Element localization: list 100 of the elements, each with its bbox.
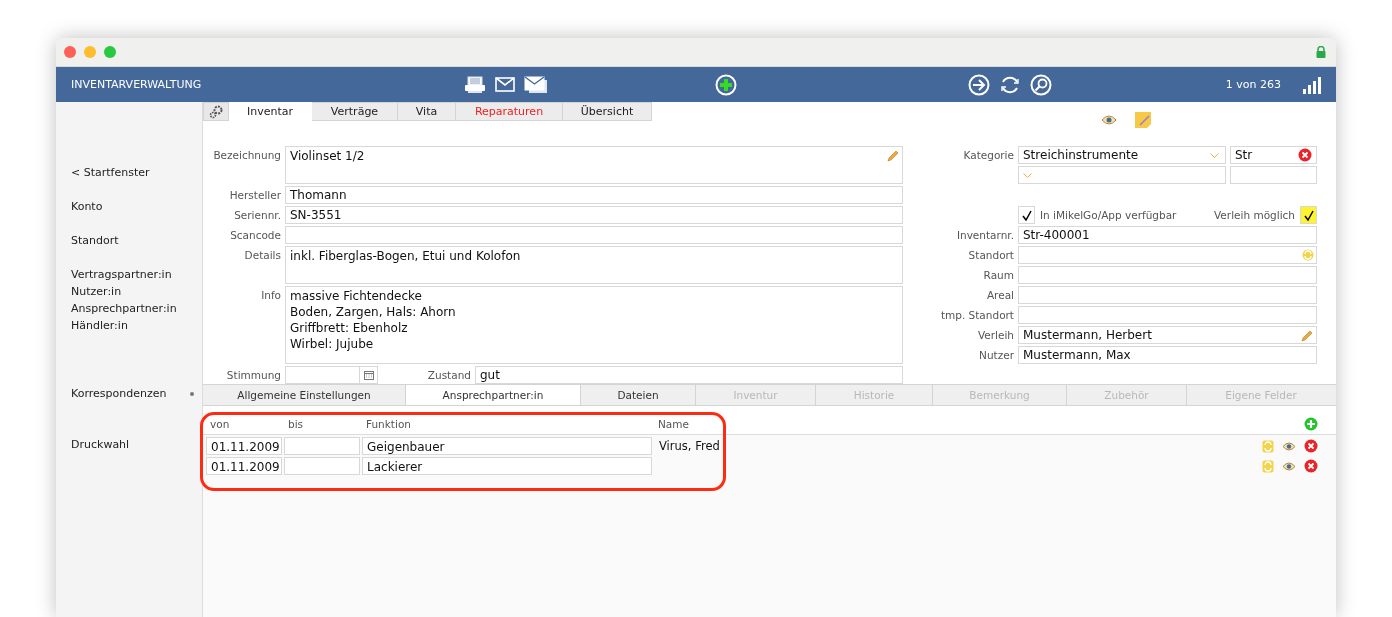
- field-value: 01.11.2009: [211, 440, 280, 454]
- sidebar-item[interactable]: Nutzer:in: [71, 285, 122, 298]
- contact-name: Virus, Fred: [659, 439, 720, 453]
- field-label: Kategorie: [962, 148, 1014, 163]
- chevron-icon: [1210, 152, 1219, 158]
- calendar-icon: [363, 370, 374, 380]
- checkbox[interactable]: [1300, 206, 1317, 224]
- field-value: gut: [480, 367, 500, 383]
- chevron-icon: [1023, 172, 1032, 178]
- sidebar-item[interactable]: Standort: [71, 234, 119, 247]
- signal-icon: [1303, 75, 1321, 94]
- sidebar-item[interactable]: Ansprechpartner:in: [71, 302, 177, 315]
- record-counter: 1 von 263: [1225, 78, 1281, 91]
- tab[interactable]: Vita: [398, 102, 456, 121]
- field-label: Details: [243, 248, 281, 263]
- column-header: Name: [658, 418, 689, 430]
- tab[interactable]: Verträge: [312, 102, 398, 121]
- text-field[interactable]: Violinset 1/2: [285, 146, 903, 184]
- text-field[interactable]: SN-3551: [285, 206, 903, 224]
- add-icon[interactable]: [1304, 417, 1318, 431]
- checkbox-label: Verleih möglich: [1214, 209, 1295, 221]
- add-icon[interactable]: [715, 73, 737, 96]
- field-value: Mustermann, Max: [1023, 347, 1131, 363]
- text-field[interactable]: Mustermann, Max: [1018, 346, 1317, 364]
- field-label: Inventarnr.: [955, 228, 1014, 243]
- printer-icon[interactable]: [464, 75, 486, 94]
- field-value: 01.11.2009: [211, 460, 280, 474]
- field-label: tmp. Standort: [939, 308, 1014, 323]
- close-button[interactable]: [64, 46, 76, 58]
- text-field[interactable]: [1230, 166, 1317, 184]
- field-value: SN-3551: [290, 207, 342, 223]
- tab[interactable]: Übersicht: [563, 102, 652, 121]
- tab[interactable]: Ansprechpartner:in: [406, 385, 581, 405]
- eye-icon[interactable]: [1282, 441, 1296, 451]
- date-field[interactable]: [284, 437, 360, 455]
- settings-button[interactable]: [203, 102, 229, 121]
- tab[interactable]: Reparaturen: [456, 102, 563, 121]
- field-label: Zustand: [426, 368, 472, 383]
- date-field[interactable]: 01.11.2009: [206, 457, 282, 475]
- text-field[interactable]: gut: [475, 366, 903, 384]
- clear-icon[interactable]: [1298, 148, 1312, 162]
- column-header: bis: [288, 418, 305, 430]
- field-label: Verleih: [976, 328, 1014, 343]
- arrow-right-icon[interactable]: [968, 73, 990, 96]
- column-header: von: [210, 418, 231, 430]
- field-label: Nutzer: [978, 348, 1014, 363]
- sidebar-item[interactable]: Vertragspartner:in: [71, 268, 172, 281]
- text-field[interactable]: Str: [1230, 146, 1317, 164]
- zoom-button[interactable]: [104, 46, 116, 58]
- text-field[interactable]: inkl. Fiberglas-Bogen, Etui und Kolofon: [285, 246, 903, 284]
- text-field[interactable]: [285, 226, 903, 244]
- checkbox-label: In iMikelGo/App verfügbar: [1040, 209, 1177, 221]
- text-field[interactable]: [1018, 306, 1317, 324]
- note-icon[interactable]: [1134, 111, 1152, 129]
- pencil-icon[interactable]: [886, 149, 900, 163]
- field-value: Str: [1235, 147, 1253, 163]
- date-field[interactable]: [285, 366, 360, 384]
- field-value: Streichinstrumente: [1023, 147, 1139, 163]
- dropdown[interactable]: [1018, 166, 1226, 184]
- field-label: Scancode: [229, 228, 281, 243]
- text-field[interactable]: Lackierer: [362, 457, 652, 475]
- field-value: Geigenbauer: [367, 440, 445, 454]
- field-label: Standort: [967, 248, 1014, 263]
- pencil-icon[interactable]: [1300, 329, 1314, 343]
- eye-icon[interactable]: [1282, 461, 1296, 471]
- sidebar-item[interactable]: Händler:in: [71, 319, 128, 332]
- column-header: Funktion: [366, 418, 412, 430]
- minimize-button[interactable]: [84, 46, 96, 58]
- sidebar-item[interactable]: < Startfenster: [71, 166, 150, 179]
- sidebar-item[interactable]: Konto: [71, 200, 103, 213]
- text-field[interactable]: Geigenbauer: [362, 437, 652, 455]
- field-value: Thomann: [290, 187, 347, 203]
- search-icon[interactable]: [1030, 73, 1052, 96]
- field-value: massive Fichtendecke Boden, Zargen, Hals: Ahorn Griffbrett: Ebenholz Wirbel: Jujube: [290, 289, 456, 351]
- field-value: inkl. Fiberglas-Bogen, Etui und Kolofon: [290, 249, 521, 263]
- lock-icon: [1316, 46, 1326, 58]
- text-field[interactable]: massive Fichtendecke Boden, Zargen, Hals: Ahorn Griffbrett: Ebenholz Wirbel: Jujube: [285, 286, 903, 364]
- field-label: Raum: [982, 268, 1014, 283]
- text-field[interactable]: Str-400001: [1018, 226, 1317, 244]
- mail-icon[interactable]: [495, 77, 515, 92]
- date-field[interactable]: 01.11.2009: [206, 437, 282, 455]
- text-field[interactable]: Thomann: [285, 186, 903, 204]
- delete-icon[interactable]: [1304, 459, 1318, 473]
- field-value: Lackierer: [367, 460, 423, 474]
- category-dropdown[interactable]: Streichinstrumente: [1018, 146, 1226, 164]
- date-field[interactable]: [284, 457, 360, 475]
- sidebar-item[interactable]: Druckwahl: [71, 438, 130, 451]
- text-field[interactable]: [1018, 246, 1317, 264]
- field-label: Hersteller: [228, 188, 281, 203]
- checkbox[interactable]: [1018, 206, 1035, 224]
- delete-icon[interactable]: [1304, 439, 1318, 453]
- tab[interactable]: Dateien: [581, 385, 696, 405]
- text-field[interactable]: [1018, 266, 1317, 284]
- text-field[interactable]: Mustermann, Herbert: [1018, 326, 1317, 344]
- eye-icon[interactable]: [1101, 115, 1117, 125]
- mail-stack-icon[interactable]: [524, 75, 548, 94]
- text-field[interactable]: [1018, 286, 1317, 304]
- field-label: Info: [260, 288, 281, 303]
- field-value: Str-400001: [1023, 227, 1090, 243]
- sidebar-item[interactable]: Korrespondenzen: [71, 387, 167, 400]
